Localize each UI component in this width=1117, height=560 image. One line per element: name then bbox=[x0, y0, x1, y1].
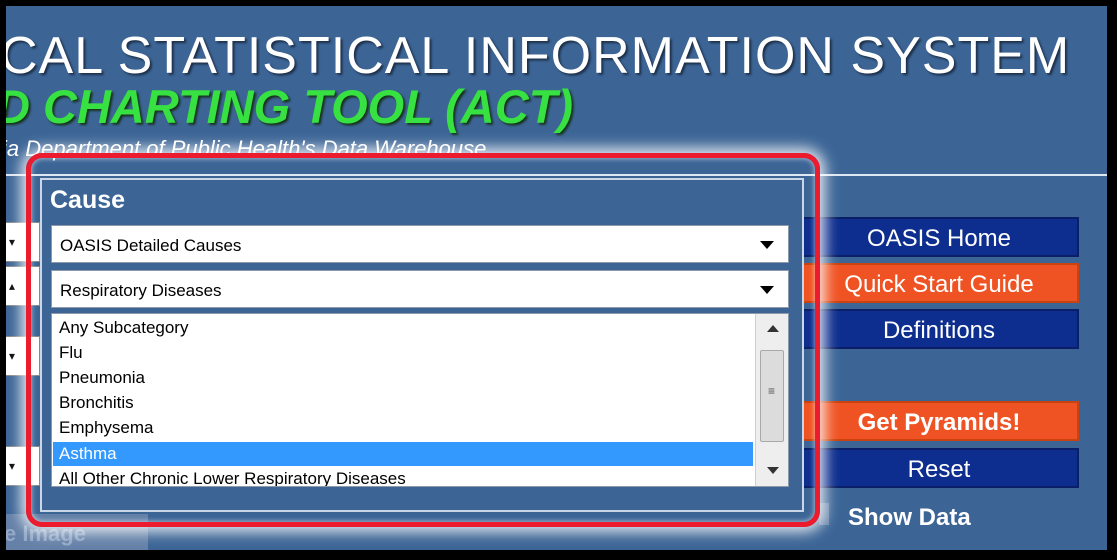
scrollbar-thumb[interactable]: ≡ bbox=[760, 350, 784, 442]
list-item-selected[interactable]: Asthma bbox=[53, 442, 753, 466]
cause-category-value: OASIS Detailed Causes bbox=[60, 236, 242, 255]
cause-subcategory-select[interactable]: Respiratory Diseases bbox=[51, 270, 789, 308]
chevron-down-icon: ▾ bbox=[9, 459, 16, 473]
chevron-down-icon[interactable] bbox=[760, 286, 774, 294]
chevron-down-icon: ▾ bbox=[9, 349, 16, 363]
list-item[interactable]: Flu bbox=[53, 341, 753, 365]
quick-start-guide-button[interactable]: Quick Start Guide bbox=[799, 263, 1079, 303]
definitions-button[interactable]: Definitions bbox=[799, 309, 1079, 349]
app-title: CAL STATISTICAL INFORMATION SYSTEM bbox=[4, 27, 1071, 85]
scroll-up-arrow-icon[interactable] bbox=[767, 325, 779, 332]
show-data-checkbox[interactable] bbox=[819, 503, 829, 525]
get-pyramids-button[interactable]: Get Pyramids! bbox=[799, 401, 1079, 441]
cause-panel: Cause OASIS Detailed Causes Respiratory … bbox=[40, 178, 804, 512]
list-item[interactable]: Emphysema bbox=[53, 416, 753, 440]
cause-detail-listbox[interactable]: Any Subcategory Flu Pneumonia Bronchitis… bbox=[51, 313, 789, 487]
reset-button[interactable]: Reset bbox=[799, 448, 1079, 488]
listbox-scrollbar[interactable]: ≡ bbox=[755, 314, 788, 486]
cause-subcategory-value: Respiratory Diseases bbox=[60, 281, 222, 300]
list-item[interactable]: All Other Chronic Lower Respiratory Dise… bbox=[53, 467, 753, 486]
show-data-label[interactable]: Show Data bbox=[848, 504, 971, 532]
cause-panel-title: Cause bbox=[50, 186, 126, 214]
chevron-down-icon[interactable] bbox=[760, 241, 774, 249]
oasis-home-button[interactable]: OASIS Home bbox=[799, 217, 1079, 257]
app-subtitle-tool: D CHARTING TOOL (ACT) bbox=[4, 80, 574, 133]
cause-category-select[interactable]: OASIS Detailed Causes bbox=[51, 225, 789, 263]
list-item[interactable]: Any Subcategory bbox=[53, 316, 753, 340]
scroll-down-arrow-icon[interactable] bbox=[767, 467, 779, 474]
chevron-down-icon: ▾ bbox=[9, 235, 16, 249]
page-frame: CAL STATISTICAL INFORMATION SYSTEM D CHA… bbox=[4, 4, 1109, 552]
list-item[interactable]: Pneumonia bbox=[53, 366, 753, 390]
list-item[interactable]: Bronchitis bbox=[53, 391, 753, 415]
chevron-up-icon: ▴ bbox=[9, 279, 16, 293]
grip-icon: ≡ bbox=[768, 384, 776, 398]
